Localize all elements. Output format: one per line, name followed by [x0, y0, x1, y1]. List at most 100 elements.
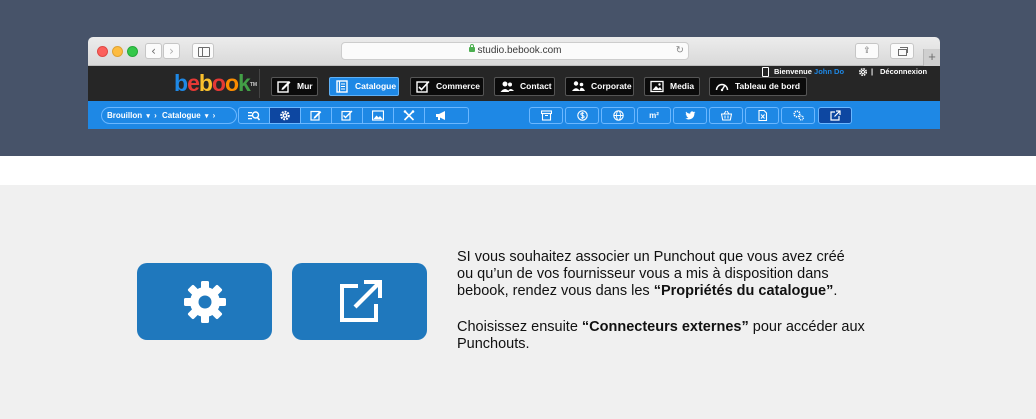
external-connectors-button[interactable] [292, 263, 427, 340]
nav-label: Catalogue [355, 81, 397, 91]
browser-chrome: ‹ › studio.bebook.com ↻ ⇪ + [88, 37, 940, 66]
tool-export[interactable] [745, 107, 779, 124]
tabs-overview-icon[interactable] [890, 43, 914, 59]
tool-settings[interactable] [394, 108, 425, 123]
megaphone-icon [435, 111, 445, 120]
twitter-icon [684, 111, 695, 120]
welcome-area: Bienvenue John Do [774, 66, 844, 78]
edit-icon [310, 110, 322, 121]
nav-mur[interactable]: Mur [271, 77, 318, 96]
instruction-line: ou qu’un de vos fournisseur vous a mis à… [457, 266, 829, 282]
archive-icon [540, 110, 552, 121]
breadcrumb-catalogue[interactable]: Catalogue [162, 111, 201, 120]
image-icon [372, 110, 384, 121]
instruction-line: Punchouts. [457, 336, 530, 352]
trademark: TM [249, 82, 258, 88]
browser-window: ‹ › studio.bebook.com ↻ ⇪ + bebookTM Mur… [88, 37, 940, 129]
handshake-icon [572, 81, 585, 91]
gear-icon [183, 280, 226, 323]
catalogue-properties-button[interactable] [137, 263, 272, 340]
tool-shop[interactable] [709, 107, 743, 124]
nav-label: Mur [297, 81, 313, 91]
catalogue-toolbar: Brouillon ▾ › Catalogue ▾ › m² [88, 101, 940, 129]
url-text: studio.bebook.com [477, 45, 562, 56]
instructions-paragraph-2: Choisissez ensuite “Connecteurs externes… [457, 319, 917, 353]
nav-catalogue[interactable]: Catalogue [329, 77, 399, 96]
new-tab-button[interactable]: + [923, 49, 940, 66]
file-icon [757, 110, 767, 121]
dropdown-arrow-icon[interactable]: ▾ [146, 113, 150, 120]
tool-edit-check[interactable] [332, 108, 363, 123]
edit-icon [277, 81, 291, 93]
chevron-right-icon: › [212, 111, 216, 120]
basket-icon [720, 110, 732, 121]
tool-catalogue-properties[interactable] [270, 108, 301, 123]
instruction-line: SI vous souhaitez associer un Punchout q… [457, 249, 845, 265]
welcome-label: Bienvenue [774, 67, 812, 76]
checklist-icon [416, 80, 430, 93]
nav-label: Corporate [591, 81, 632, 91]
forward-button[interactable]: › [163, 43, 180, 59]
globe-icon [612, 110, 624, 121]
tool-external-connectors[interactable] [818, 107, 852, 124]
gear-icon [280, 110, 290, 121]
external-link-icon [829, 110, 841, 121]
instruction-text: pour accéder aux [748, 319, 865, 335]
tools-icon [403, 110, 415, 121]
area-m2-icon: m² [649, 111, 659, 120]
tool-pricing[interactable] [565, 107, 599, 124]
nav-label: Media [670, 81, 695, 91]
back-button[interactable]: ‹ [145, 43, 162, 59]
header-separator: | [871, 67, 874, 76]
address-bar[interactable]: studio.bebook.com ↻ [341, 42, 689, 60]
header-divider [259, 69, 260, 98]
tool-integrations[interactable] [781, 107, 815, 124]
instruction-line: bebook, rendez vous dans les “Propriétés… [457, 283, 917, 300]
nav-commerce[interactable]: Commerce [410, 77, 484, 96]
users-icon [500, 81, 514, 92]
tool-images[interactable] [363, 108, 394, 123]
external-link-icon [339, 279, 382, 322]
nav-contact[interactable]: Contact [494, 77, 555, 96]
nav-corporate[interactable]: Corporate [565, 77, 634, 96]
image-icon [650, 80, 664, 93]
tool-dimensions[interactable]: m² [637, 107, 671, 124]
tool-languages[interactable] [601, 107, 635, 124]
nav-label: Tableau de bord [735, 81, 801, 91]
catalogue-tools [238, 107, 469, 124]
tool-search-catalogue[interactable] [239, 108, 270, 123]
maximize-window-button[interactable] [127, 46, 138, 57]
divider-strip [0, 156, 1036, 185]
tool-archive[interactable] [529, 107, 563, 124]
settings-link-icon [792, 110, 804, 121]
dropdown-arrow-icon[interactable]: ▾ [205, 113, 209, 120]
tool-promote[interactable] [425, 108, 456, 123]
reload-icon[interactable]: ↻ [676, 43, 684, 59]
instruction-line: Choisissez ensuite “Connecteurs externes… [457, 319, 917, 336]
tool-twitter[interactable] [673, 107, 707, 124]
user-name[interactable]: John Do [814, 67, 844, 76]
logout-link[interactable]: Déconnexion [880, 66, 927, 78]
app-header: bebookTM Mur Catalogue Commerce Contact … [88, 66, 940, 101]
nav-media[interactable]: Media [644, 77, 700, 96]
sidebar-toggle-icon[interactable] [192, 43, 214, 59]
nav-label: Contact [520, 81, 552, 91]
chevron-right-icon: › [154, 111, 157, 120]
catalogue-properties-label: “Propriétés du catalogue” [653, 283, 834, 299]
breadcrumb: Brouillon ▾ › Catalogue ▾ › [101, 107, 237, 124]
breadcrumb-brouillon[interactable]: Brouillon [107, 111, 142, 120]
settings-gear-icon[interactable] [858, 67, 868, 77]
nav-label: Commerce [436, 81, 480, 91]
edit-check-icon [341, 110, 353, 121]
gauge-icon [715, 83, 729, 92]
close-window-button[interactable] [97, 46, 108, 57]
bebook-logo[interactable]: bebookTM [174, 68, 257, 98]
binoculars-icon [248, 111, 260, 121]
instruction-text: Choisissez ensuite [457, 319, 582, 335]
tool-edit[interactable] [301, 108, 332, 123]
share-icon[interactable]: ⇪ [855, 43, 879, 59]
minimize-window-button[interactable] [112, 46, 123, 57]
nav-tableau-de-bord[interactable]: Tableau de bord [709, 77, 807, 96]
mobile-icon [762, 67, 769, 77]
lock-icon [468, 43, 475, 52]
